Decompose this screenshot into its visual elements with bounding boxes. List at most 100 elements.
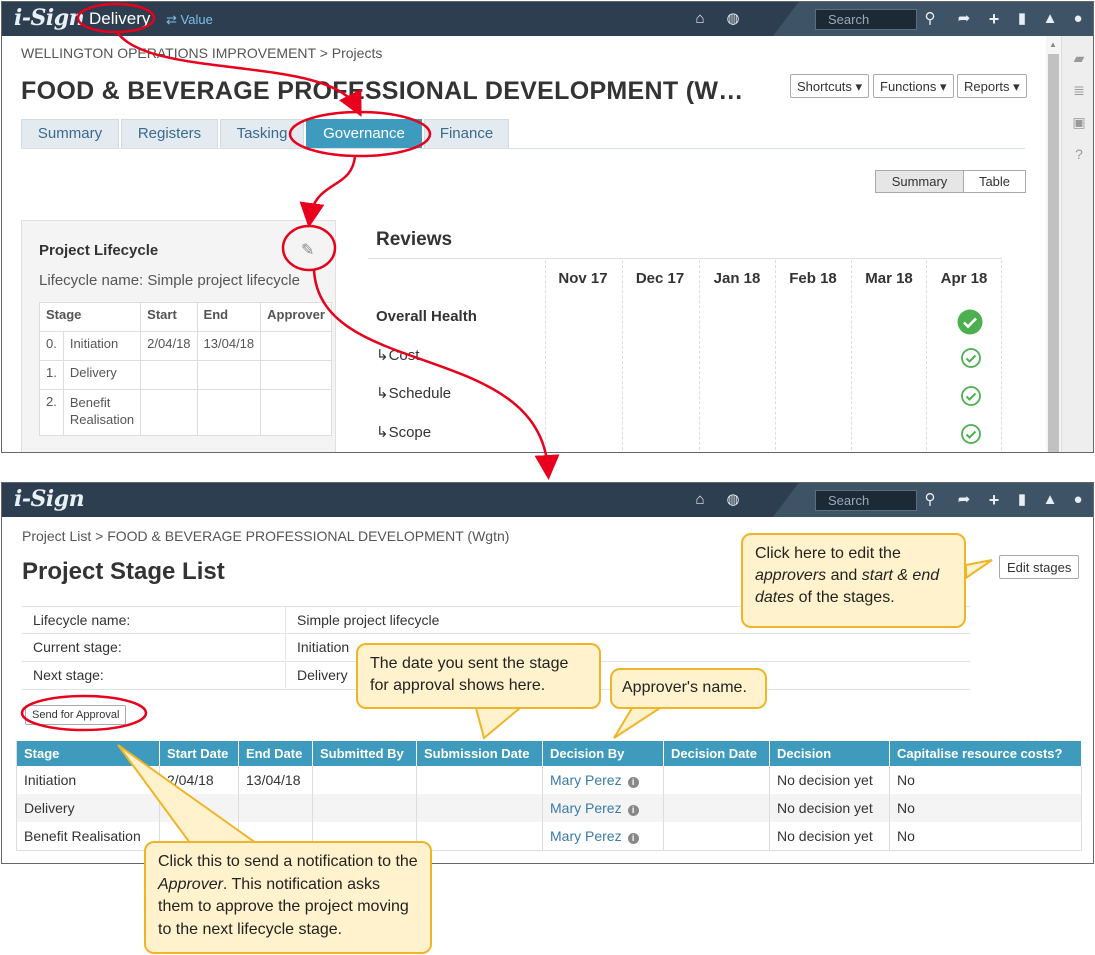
bookmark-icon[interactable]: ▮	[1013, 10, 1031, 28]
check-outline-icon[interactable]	[960, 423, 982, 445]
screenshot-project-governance: i-Sign Delivery ⇄ Value ⌂ ◍ Search ⚲ ➦ +…	[1, 1, 1094, 453]
check-filled-icon[interactable]	[957, 309, 983, 335]
stage-end	[196, 389, 262, 436]
app-logo[interactable]: i-Sign	[14, 5, 85, 31]
stage-end	[196, 360, 262, 390]
info-col-divider	[285, 606, 286, 633]
info-icon[interactable]: i	[627, 805, 639, 816]
home-icon[interactable]: ⌂	[691, 10, 709, 28]
comment-icon[interactable]: ▰	[1071, 50, 1087, 66]
breadcrumb[interactable]: Project List > FOOD & BEVERAGE PROFESSIO…	[22, 528, 509, 544]
cell-start-date	[159, 794, 239, 822]
month-header: Mar 18	[865, 270, 913, 287]
stage-start: 2/04/18	[140, 331, 198, 361]
cell-decision-date	[663, 794, 770, 822]
breadcrumb[interactable]: WELLINGTON OPERATIONS IMPROVEMENT > Proj…	[21, 45, 382, 61]
globe-icon[interactable]: ◍	[724, 10, 742, 28]
info-label: Lifecycle name:	[33, 612, 131, 628]
bell-icon[interactable]: ▲	[1041, 491, 1059, 509]
send-for-approval-button[interactable]: Send for Approval	[25, 705, 127, 725]
cell-decision: No decision yet	[769, 766, 890, 794]
month-gridline	[622, 260, 698, 452]
app-logo[interactable]: i-Sign	[14, 486, 85, 512]
month-header: Feb 18	[789, 270, 837, 287]
bookmark-icon[interactable]: ▮	[1013, 491, 1031, 509]
table-row: Initiation 2/04/18 13/04/18 Mary Perez i …	[16, 766, 1082, 794]
user-icon[interactable]: ●	[1069, 491, 1087, 509]
tab-registers[interactable]: Registers	[121, 119, 218, 149]
table-row: 2. Benefit Realisation	[39, 389, 332, 436]
plus-icon[interactable]: +	[985, 491, 1003, 509]
tab-governance[interactable]: Governance	[306, 119, 422, 149]
col-end-date[interactable]: End Date	[238, 741, 313, 766]
month-gridline	[545, 260, 621, 452]
approver-link[interactable]: Mary Perez	[550, 828, 622, 844]
tab-tasking[interactable]: Tasking	[220, 119, 304, 149]
edit-stages-button[interactable]: Edit stages	[999, 555, 1080, 579]
plus-icon[interactable]: +	[985, 10, 1003, 28]
stage-name: Benefit Realisation	[62, 389, 142, 436]
reports-dropdown[interactable]: Reports ▾	[957, 74, 1027, 98]
search-icon[interactable]: ⚲	[921, 10, 939, 28]
user-icon[interactable]: ●	[1069, 10, 1087, 28]
cell-end-date: 13/04/18	[238, 766, 313, 794]
search-icon[interactable]: ⚲	[921, 491, 939, 509]
col-decision-by[interactable]: Decision By	[542, 741, 664, 766]
logo-text: i-Sign	[14, 5, 85, 31]
stage-number: 0.	[39, 331, 64, 361]
share-icon[interactable]: ➦	[955, 491, 973, 509]
col-approver: Approver	[260, 302, 332, 332]
tab-finance[interactable]: Finance	[424, 119, 509, 149]
view-table-button[interactable]: Table	[963, 170, 1026, 193]
globe-icon[interactable]: ◍	[724, 491, 742, 509]
shortcuts-dropdown[interactable]: Shortcuts ▾	[790, 74, 870, 98]
table-row: Delivery Mary Perez i No decision yet No	[16, 794, 1082, 822]
info-icon[interactable]: i	[627, 777, 639, 788]
page-title: Project Stage List	[22, 558, 225, 585]
table-row: 1. Delivery	[39, 360, 332, 390]
bell-icon[interactable]: ▲	[1041, 10, 1059, 28]
info-icon[interactable]: i	[627, 832, 639, 844]
help-icon[interactable]: ?	[1071, 146, 1087, 162]
check-outline-icon[interactable]	[960, 385, 982, 407]
col-start-date[interactable]: Start Date	[159, 741, 239, 766]
col-submitted-by[interactable]: Submitted By	[312, 741, 417, 766]
callout-edit-stages: Click here to edit the approvers and sta…	[741, 533, 966, 628]
info-value: Simple project lifecycle	[297, 612, 440, 628]
module-switch[interactable]: ⇄ Value	[166, 12, 213, 28]
cell-decision: No decision yet	[769, 822, 890, 850]
callout-submission-date: The date you sent the stage for approval…	[356, 643, 601, 709]
col-stage[interactable]: Stage	[16, 741, 160, 766]
view-summary-button[interactable]: Summary	[875, 170, 964, 193]
search-input[interactable]: Search	[815, 9, 917, 30]
share-icon[interactable]: ➦	[955, 10, 973, 28]
module-name[interactable]: Delivery	[89, 9, 150, 29]
check-outline-icon[interactable]	[960, 347, 982, 369]
cell-capitalise: No	[889, 794, 1082, 822]
lock-icon[interactable]: ▣	[1071, 114, 1087, 130]
info-value: Delivery	[297, 667, 348, 683]
vertical-scrollbar[interactable]: ▲	[1046, 36, 1061, 452]
cell-decision-by: Mary Perez i	[542, 822, 664, 850]
cell-submitted-by	[312, 766, 417, 794]
cell-decision-date	[663, 822, 770, 850]
approver-link[interactable]: Mary Perez	[550, 800, 622, 816]
callout-text: of the stages.	[794, 589, 895, 606]
col-capitalise[interactable]: Capitalise resource costs?	[889, 741, 1082, 766]
reviews-title: Reviews	[376, 229, 453, 250]
col-decision-date[interactable]: Decision Date	[663, 741, 770, 766]
tab-summary[interactable]: Summary	[21, 119, 119, 149]
approver-link[interactable]: Mary Perez	[550, 772, 622, 788]
lifecycle-title: Project Lifecycle	[39, 242, 159, 259]
list-icon[interactable]: ≣	[1071, 82, 1087, 98]
home-icon[interactable]: ⌂	[691, 491, 709, 509]
search-input[interactable]: Search	[815, 490, 917, 511]
col-submission-date[interactable]: Submission Date	[416, 741, 543, 766]
reviews-divider	[368, 258, 1002, 259]
cell-decision: No decision yet	[769, 794, 890, 822]
functions-dropdown[interactable]: Functions ▾	[873, 74, 954, 98]
functions-label: Functions	[880, 79, 937, 94]
scrollbar-thumb[interactable]	[1048, 54, 1059, 452]
col-decision[interactable]: Decision	[769, 741, 890, 766]
pencil-icon[interactable]: ✎	[301, 240, 319, 259]
